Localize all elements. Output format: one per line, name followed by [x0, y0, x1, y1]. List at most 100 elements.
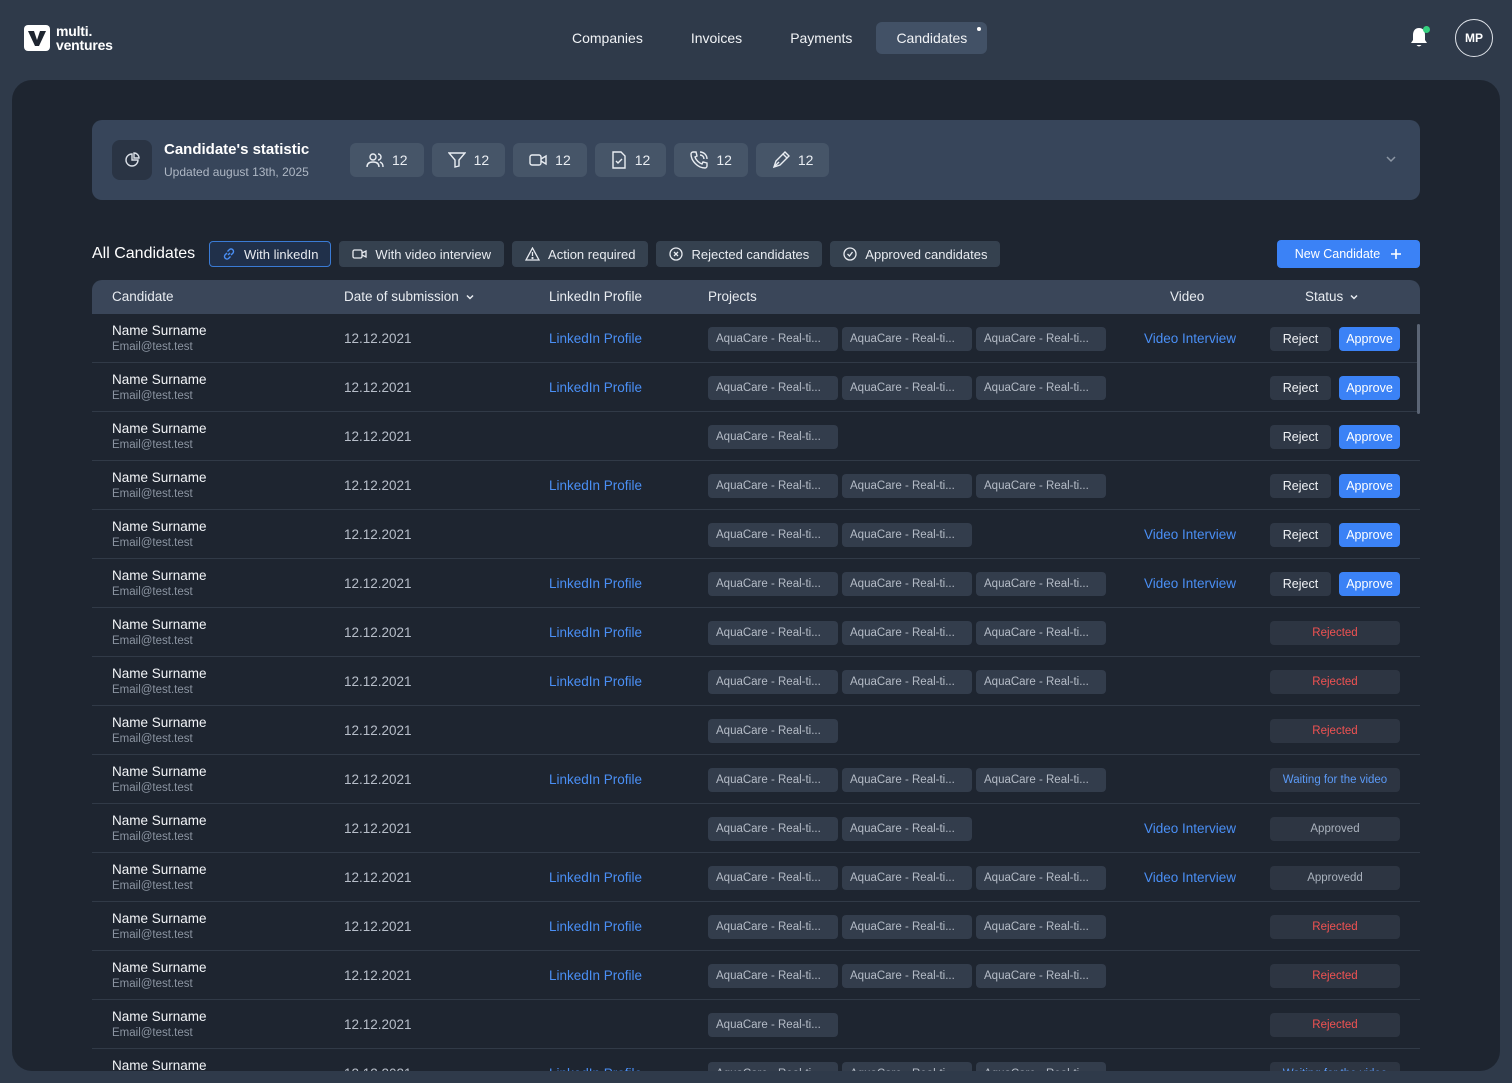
avatar[interactable]: MP: [1455, 19, 1493, 57]
approve-button[interactable]: Approve: [1339, 572, 1400, 596]
table-row[interactable]: Name SurnameEmail@test.test12.12.2021Lin…: [92, 314, 1420, 363]
project-tag[interactable]: AquaCare - Real-ti...: [708, 425, 838, 449]
linkedin-profile-link[interactable]: LinkedIn Profile: [549, 380, 642, 395]
project-tag[interactable]: AquaCare - Real-ti...: [976, 327, 1106, 351]
project-tag[interactable]: AquaCare - Real-ti...: [976, 964, 1106, 988]
project-tag[interactable]: AquaCare - Real-ti...: [842, 964, 972, 988]
table-row[interactable]: Name Surname Email@test.test 12.12.2021 Aqu…: [92, 510, 1420, 559]
project-tag[interactable]: AquaCare - Real-ti...: [976, 376, 1106, 400]
project-tag[interactable]: AquaCare - Real-ti...: [842, 376, 972, 400]
video-interview-link[interactable]: Video Interview: [1144, 331, 1236, 346]
project-tag[interactable]: AquaCare - Real-ti...: [708, 670, 838, 694]
table-row[interactable]: Name SurnameEmail@test.test12.12.2021Lin…: [92, 1049, 1420, 1071]
table-row[interactable]: Name SurnameEmail@test.test12.12.2021Lin…: [92, 559, 1420, 608]
project-tag[interactable]: AquaCare - Real-ti...: [708, 572, 838, 596]
project-tag[interactable]: AquaCare - Real-ti...: [708, 817, 838, 841]
stat-chip-users[interactable]: 12: [350, 143, 424, 177]
project-tag[interactable]: AquaCare - Real-ti...: [708, 474, 838, 498]
linkedin-profile-link[interactable]: LinkedIn Profile: [549, 772, 642, 787]
table-row[interactable]: Name SurnameEmail@test.test12.12.2021Lin…: [92, 902, 1420, 951]
nav-item-companies[interactable]: Companies: [548, 22, 667, 54]
nav-item-candidates[interactable]: Candidates: [876, 22, 988, 54]
column-date[interactable]: Date of submission: [344, 289, 475, 304]
video-interview-link[interactable]: Video Interview: [1144, 821, 1236, 836]
nav-item-invoices[interactable]: Invoices: [667, 22, 766, 54]
project-tag[interactable]: AquaCare - Real-ti...: [708, 327, 838, 351]
project-tag[interactable]: AquaCare - Real-ti...: [842, 1062, 972, 1071]
approve-button[interactable]: Approve: [1339, 523, 1400, 547]
table-row[interactable]: Name Surname Email@test.test 12.12.2021 Aqu…: [92, 804, 1420, 853]
table-row[interactable]: Name SurnameEmail@test.test12.12.2021Lin…: [92, 951, 1420, 1000]
stat-chip-document[interactable]: 12: [594, 143, 667, 177]
reject-button[interactable]: Reject: [1270, 523, 1331, 547]
chevron-down-icon[interactable]: [1384, 152, 1398, 171]
table-row[interactable]: Name Surname Email@test.test 12.12.2021 Aqu…: [92, 1000, 1420, 1049]
table-row[interactable]: Name SurnameEmail@test.test12.12.2021Lin…: [92, 461, 1420, 510]
linkedin-profile-link[interactable]: LinkedIn Profile: [549, 674, 642, 689]
linkedin-profile-link[interactable]: LinkedIn Profile: [549, 968, 642, 983]
project-tag[interactable]: AquaCare - Real-ti...: [842, 327, 972, 351]
stat-chip-video[interactable]: 12: [513, 143, 587, 177]
approve-button[interactable]: Approve: [1339, 425, 1400, 449]
project-tag[interactable]: AquaCare - Real-ti...: [708, 866, 838, 890]
project-tag[interactable]: AquaCare - Real-ti...: [842, 768, 972, 792]
filter-approved[interactable]: Approved candidates: [830, 241, 1001, 267]
project-tag[interactable]: AquaCare - Real-ti...: [976, 1062, 1106, 1071]
project-tag[interactable]: AquaCare - Real-ti...: [976, 768, 1106, 792]
reject-button[interactable]: Reject: [1270, 572, 1331, 596]
project-tag[interactable]: AquaCare - Real-ti...: [976, 670, 1106, 694]
table-row[interactable]: Name SurnameEmail@test.test12.12.2021Lin…: [92, 608, 1420, 657]
project-tag[interactable]: AquaCare - Real-ti...: [708, 964, 838, 988]
new-candidate-button[interactable]: New Candidate: [1277, 240, 1420, 268]
project-tag[interactable]: AquaCare - Real-ti...: [842, 817, 972, 841]
linkedin-profile-link[interactable]: LinkedIn Profile: [549, 478, 642, 493]
bell-icon[interactable]: [1409, 26, 1431, 48]
linkedin-profile-link[interactable]: LinkedIn Profile: [549, 919, 642, 934]
project-tag[interactable]: AquaCare - Real-ti...: [708, 376, 838, 400]
linkedin-profile-link[interactable]: LinkedIn Profile: [549, 576, 642, 591]
stat-chip-signed[interactable]: 12: [755, 143, 830, 177]
project-tag[interactable]: AquaCare - Real-ti...: [842, 915, 972, 939]
project-tag[interactable]: AquaCare - Real-ti...: [708, 1013, 838, 1037]
project-tag[interactable]: AquaCare - Real-ti...: [842, 621, 972, 645]
reject-button[interactable]: Reject: [1270, 327, 1331, 351]
approve-button[interactable]: Approve: [1339, 376, 1400, 400]
linkedin-profile-link[interactable]: LinkedIn Profile: [549, 1066, 642, 1071]
table-row[interactable]: Name SurnameEmail@test.test12.12.2021Lin…: [92, 755, 1420, 804]
logo[interactable]: multi. ventures: [24, 24, 113, 52]
project-tag[interactable]: AquaCare - Real-ti...: [976, 572, 1106, 596]
filter-with-video[interactable]: With video interview: [339, 241, 505, 267]
stat-chip-calls[interactable]: 12: [674, 143, 748, 177]
project-tag[interactable]: AquaCare - Real-ti...: [842, 523, 972, 547]
reject-button[interactable]: Reject: [1270, 376, 1331, 400]
filter-with-linkedin[interactable]: With linkedIn: [209, 241, 332, 267]
table-row[interactable]: Name SurnameEmail@test.test12.12.2021Lin…: [92, 363, 1420, 412]
table-row[interactable]: Name Surname Email@test.test 12.12.2021 Aqu…: [92, 706, 1420, 755]
reject-button[interactable]: Reject: [1270, 474, 1331, 498]
project-tag[interactable]: AquaCare - Real-ti...: [708, 915, 838, 939]
linkedin-profile-link[interactable]: LinkedIn Profile: [549, 625, 642, 640]
project-tag[interactable]: AquaCare - Real-ti...: [976, 474, 1106, 498]
project-tag[interactable]: AquaCare - Real-ti...: [976, 915, 1106, 939]
project-tag[interactable]: AquaCare - Real-ti...: [976, 866, 1106, 890]
nav-item-payments[interactable]: Payments: [766, 22, 876, 54]
video-interview-link[interactable]: Video Interview: [1144, 870, 1236, 885]
project-tag[interactable]: AquaCare - Real-ti...: [708, 719, 838, 743]
filter-rejected[interactable]: Rejected candidates: [656, 241, 823, 267]
project-tag[interactable]: AquaCare - Real-ti...: [976, 621, 1106, 645]
reject-button[interactable]: Reject: [1270, 425, 1331, 449]
video-interview-link[interactable]: Video Interview: [1144, 576, 1236, 591]
approve-button[interactable]: Approve: [1339, 327, 1400, 351]
table-row[interactable]: Name Surname Email@test.test 12.12.2021 Aqu…: [92, 412, 1420, 461]
project-tag[interactable]: AquaCare - Real-ti...: [708, 768, 838, 792]
project-tag[interactable]: AquaCare - Real-ti...: [708, 1062, 838, 1071]
linkedin-profile-link[interactable]: LinkedIn Profile: [549, 870, 642, 885]
table-row[interactable]: Name SurnameEmail@test.test12.12.2021Lin…: [92, 657, 1420, 706]
linkedin-profile-link[interactable]: LinkedIn Profile: [549, 331, 642, 346]
project-tag[interactable]: AquaCare - Real-ti...: [842, 670, 972, 694]
project-tag[interactable]: AquaCare - Real-ti...: [842, 866, 972, 890]
project-tag[interactable]: AquaCare - Real-ti...: [708, 523, 838, 547]
table-row[interactable]: Name SurnameEmail@test.test12.12.2021Lin…: [92, 853, 1420, 902]
column-status[interactable]: Status: [1305, 289, 1359, 304]
filter-action-required[interactable]: Action required: [512, 241, 649, 267]
